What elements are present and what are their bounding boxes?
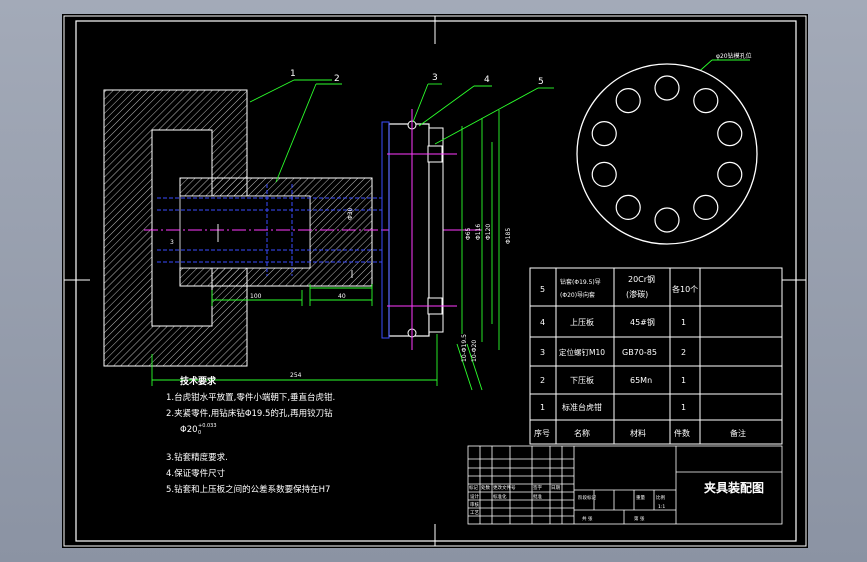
tech-line-4: 3.钻套精度要求. [166, 452, 228, 463]
drill-hole [591, 121, 617, 147]
drill-hole [717, 161, 743, 187]
bom-name-5a: 钻套(Φ19.5)导 [560, 278, 601, 286]
drill-hole [615, 88, 641, 114]
tb-c4: 签字 [533, 484, 542, 491]
drill-hole [654, 75, 680, 101]
drawing-sheet: 1 2 3 4 5 100 40 254 3 Φ30 Φ65 Φ116 Φ120… [62, 14, 808, 548]
bom-head-note: 备注 [730, 428, 746, 438]
plate-top-view: φ20钻模孔位 [576, 52, 758, 245]
bom-qty-4: 1 [681, 318, 686, 327]
tb-m3: 比例 [656, 494, 665, 501]
tol-lower: 0 [198, 430, 201, 436]
drill-hole [615, 194, 641, 220]
bom-name-2: 下压板 [570, 375, 594, 385]
tb-c2: 处数 [481, 484, 490, 491]
part-label-4: 4 [484, 75, 490, 85]
bom-no-4: 4 [540, 318, 545, 327]
bom-mat-2: 65Mn [630, 376, 652, 385]
tech-line-1: 1.台虎钳水平放置,零件小端朝下,垂直台虎钳. [166, 392, 335, 403]
tech-requirements: 技术要求 1.台虎钳水平放置,零件小端朝下,垂直台虎钳. 2.夹紧零件,用钻床钻… [166, 375, 335, 495]
bom-name-4: 上压板 [570, 317, 594, 327]
dim-phi185: Φ185 [505, 228, 512, 244]
dim-40: 40 [338, 293, 346, 300]
drill-hole [693, 194, 719, 220]
bom-head-no: 序号 [534, 428, 550, 438]
tb-r1: 设计 [470, 493, 479, 500]
dim-phi120: Φ120 [485, 224, 492, 240]
bom-mat-5a: 20Cr钢 [628, 274, 655, 284]
bom-qty-5: 各10个 [672, 284, 698, 294]
bom-name-3: 定位螺钉M10 [559, 347, 605, 357]
dim-phi65: Φ65 [465, 227, 472, 240]
bom-no-5: 5 [540, 285, 545, 294]
tb-r3: 工艺 [470, 510, 479, 516]
drawing-title: 夹具装配图 [704, 480, 764, 495]
tb-r5: 批准 [533, 493, 542, 500]
dim-phi116: Φ116 [475, 224, 482, 240]
part-label-5: 5 [538, 77, 544, 87]
bom-no-2: 2 [540, 376, 545, 385]
dim-10-phi20: 10-Φ20 [471, 340, 478, 362]
part-label-3: 3 [432, 73, 438, 83]
hole-note: φ20钻模孔位 [716, 52, 752, 60]
bom-qty-3: 2 [681, 348, 686, 357]
bom-mat-3: GB70-85 [622, 348, 657, 357]
part-label-1: 1 [290, 69, 296, 79]
tb-c1: 标记 [469, 484, 478, 491]
drill-hole [717, 121, 743, 147]
bom-mat-4: 45#钢 [630, 317, 655, 327]
tb-b2: 第 张 [634, 515, 645, 522]
tb-r2: 审核 [470, 501, 479, 508]
bom-no-3: 3 [540, 348, 545, 357]
bom-head-name: 名称 [574, 428, 590, 438]
tb-m1: 阶段标记 [578, 494, 596, 501]
bom-qty-2: 1 [681, 376, 686, 385]
tb-c3: 更改文件号 [493, 484, 516, 491]
bom-name-5b: (Φ20)导向套 [560, 291, 595, 299]
tech-line-3: Φ20 [180, 425, 198, 435]
bom-qty-1: 1 [681, 403, 686, 412]
tb-m2: 重量 [636, 494, 645, 501]
dim-100: 100 [250, 293, 262, 300]
tech-line-2: 2.夹紧零件,用钻床钻Φ19.5的孔,再用铰刀钻 [166, 408, 333, 419]
part-label-2: 2 [334, 74, 340, 84]
bom-name-1: 标准台虎钳 [562, 402, 602, 412]
tech-title: 技术要求 [180, 375, 217, 387]
drill-hole [591, 161, 617, 187]
dim-254: 254 [290, 372, 302, 379]
tb-c5: 日期 [551, 485, 560, 491]
dim-10-phi195: 10-Φ19.5 [461, 334, 468, 362]
tb-r4: 标准化 [493, 493, 507, 500]
dim-3: 3 [170, 239, 174, 246]
drill-hole [693, 88, 719, 114]
cad-canvas: 1 2 3 4 5 100 40 254 3 Φ30 Φ65 Φ116 Φ120… [63, 15, 807, 547]
tb-b1: 共 张 [582, 515, 593, 522]
bom-head-material: 材料 [630, 428, 646, 438]
tb-scale: 1:1 [658, 504, 665, 510]
bom-head-qty: 件数 [674, 428, 690, 438]
drill-hole [654, 207, 680, 233]
bore [179, 195, 311, 269]
tech-line-6: 5.钻套和上压板之间的公差系数要保持在H7 [166, 484, 330, 495]
bom-no-1: 1 [540, 403, 545, 412]
dim-phi30: Φ30 [347, 207, 354, 220]
tech-line-5: 4.保证零件尺寸 [166, 468, 226, 479]
tol-upper: +0.033 [198, 423, 217, 429]
bom-text: 5 钻套(Φ19.5)导 (Φ20)导向套 20Cr钢 (渗碳) 各10个 4 … [534, 274, 746, 438]
bom-mat-5b: (渗碳) [626, 289, 648, 299]
